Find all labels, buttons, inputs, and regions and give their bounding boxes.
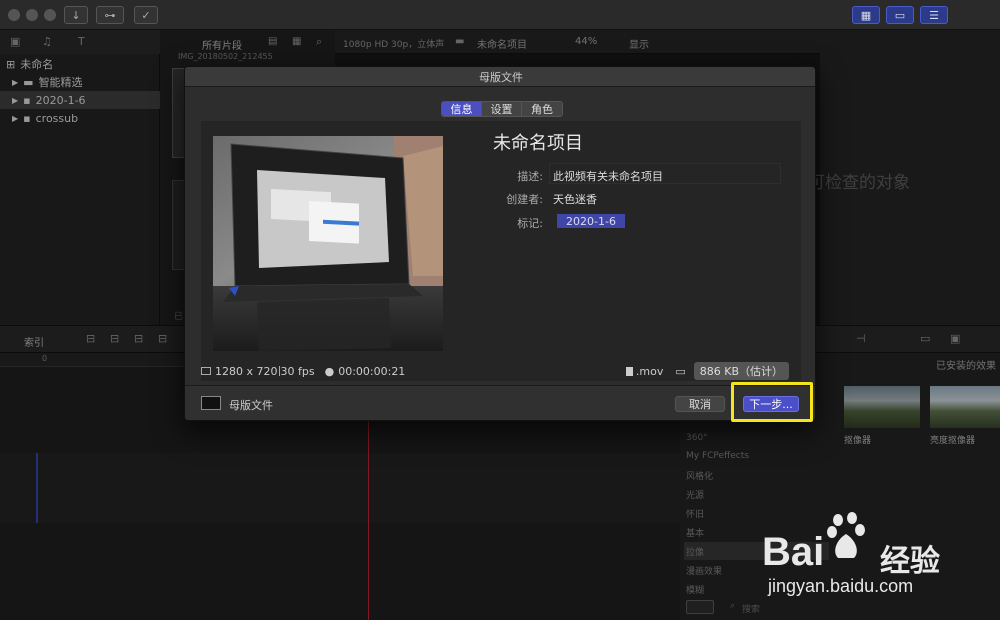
check-circle-icon: ✓ (141, 8, 151, 22)
dialog-tabs: 信息 设置 角色 (441, 101, 563, 117)
highlight-box (731, 382, 813, 422)
master-file-icon (201, 396, 221, 410)
resolution-icon (201, 367, 211, 375)
file-size-badge: 886 KB（估计） (693, 362, 789, 380)
project-title: 未命名项目 (493, 133, 583, 154)
creator-label: 创建者: (506, 193, 543, 206)
description-label: 描述: (517, 170, 543, 183)
footer-label: 母版文件 (229, 399, 273, 412)
sliders-icon: ☰ (929, 8, 939, 22)
watermark-suffix: 经验 (880, 544, 940, 579)
share-master-file-dialog: 母版文件 信息 设置 角色 未命名项目 描述: 此视频有关未命名项目 创建者: … (184, 66, 816, 421)
display-icon: ▭ (675, 364, 686, 378)
grid-icon: ▦ (860, 8, 872, 22)
timeline-toggle-button[interactable]: ▭ (886, 6, 914, 24)
separator (278, 366, 280, 376)
description-field-frame (549, 163, 781, 184)
resolution-value: 1280 x 720 (215, 364, 278, 378)
keyword-button[interactable]: ⊶ (96, 6, 124, 24)
inspector-toggle-button[interactable]: ☰ (920, 6, 948, 24)
key-icon: ⊶ (104, 8, 116, 22)
app-toolbar: ↓ ⊶ ✓ ▦ ▭ ☰ (0, 0, 1000, 30)
tab-settings[interactable]: 设置 (482, 102, 522, 116)
fps-value: 30 fps (280, 364, 315, 378)
libraries-toggle-button[interactable]: ▦ (852, 6, 880, 24)
file-metadata-row: 1280 x 720 30 fps ● 00:00:00:21 .mov ▭ 8… (201, 360, 801, 382)
import-button[interactable]: ↓ (64, 6, 88, 24)
background-tasks-button[interactable]: ✓ (134, 6, 158, 24)
close-window-button[interactable] (8, 9, 20, 21)
clock-icon: ● (324, 364, 335, 378)
creator-value[interactable]: 天色迷香 (553, 191, 597, 207)
file-icon (625, 366, 633, 376)
tags-label: 标记: (517, 217, 543, 230)
dialog-title: 母版文件 (185, 67, 815, 87)
cancel-button[interactable]: 取消 (675, 396, 725, 412)
tab-info[interactable]: 信息 (442, 102, 482, 116)
watermark-brand: Bai (762, 530, 825, 574)
tag-badge[interactable]: 2020-1-6 (557, 214, 625, 228)
download-arrow-icon: ↓ (71, 8, 81, 22)
timeline-icon: ▭ (894, 8, 906, 22)
duration-value: 00:00:00:21 (338, 364, 406, 378)
zoom-window-button[interactable] (44, 9, 56, 21)
tab-roles[interactable]: 角色 (522, 102, 562, 116)
minimize-window-button[interactable] (26, 9, 38, 21)
video-preview-image (213, 136, 443, 351)
format-value: .mov (635, 364, 664, 378)
watermark-url: jingyan.baidu.com (768, 576, 914, 596)
baidu-watermark: Bai 经验 jingyan.baidu.com (762, 512, 994, 612)
